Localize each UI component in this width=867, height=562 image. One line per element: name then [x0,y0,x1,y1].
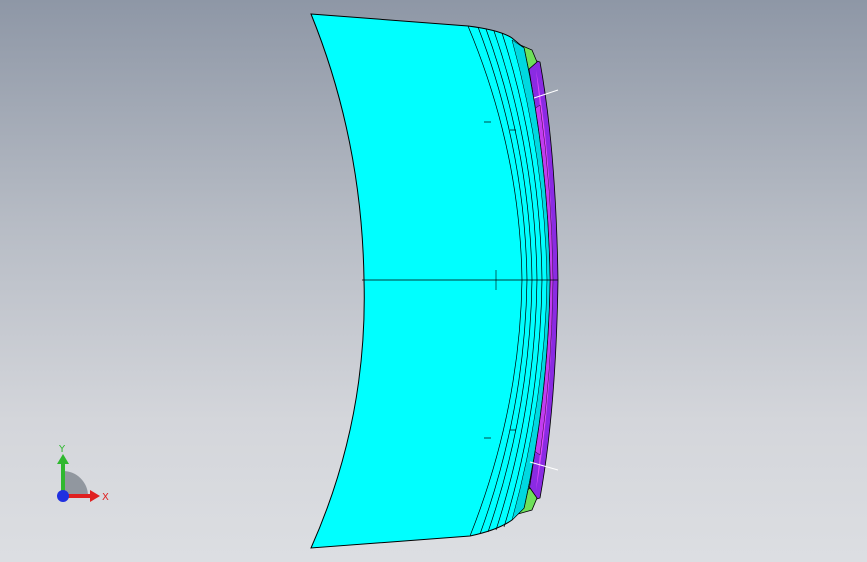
graphics-viewport[interactable]: Y X [0,0,867,562]
z-axis-dot-icon [57,490,69,502]
model-3d-view[interactable] [0,0,867,562]
y-axis-arrow-icon [57,454,69,464]
y-axis-label: Y [58,444,66,455]
cyan-shell[interactable] [310,13,551,549]
x-axis-label: X [102,492,109,503]
orientation-triad[interactable]: Y X [40,438,120,518]
x-axis-arrow-icon [90,490,100,502]
